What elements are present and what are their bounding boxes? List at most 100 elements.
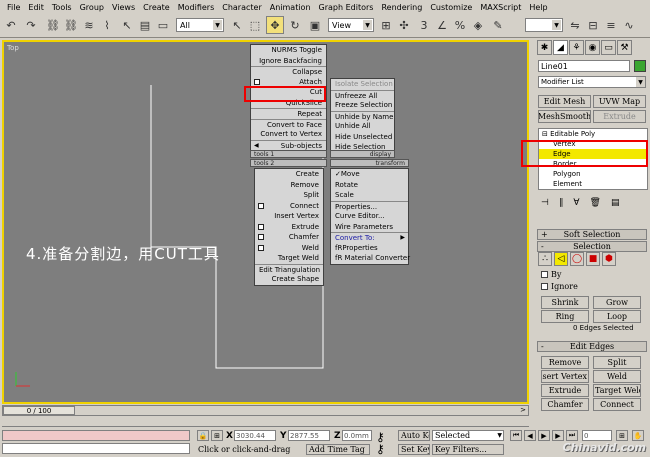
edit-mesh-button[interactable]: Edit Mesh bbox=[538, 95, 591, 108]
ring-button[interactable]: Ring bbox=[541, 310, 589, 323]
meshsmooth-button[interactable]: MeshSmooth bbox=[538, 110, 591, 123]
menu-item-extrude[interactable]: Extrude bbox=[255, 222, 323, 233]
menu-item-convert-to-face[interactable]: Convert to Face bbox=[251, 118, 326, 130]
selected-set-dropdown[interactable]: Selected ▼ bbox=[432, 430, 504, 441]
display-tab-icon[interactable]: ▭ bbox=[601, 40, 616, 55]
menu-help[interactable]: Help bbox=[525, 3, 551, 12]
maxscript-listener-top[interactable] bbox=[2, 430, 190, 441]
selection-region-icon[interactable]: ▭ bbox=[154, 16, 172, 34]
menu-item-unhide-by-name[interactable]: Unhide by Name bbox=[331, 110, 394, 122]
current-frame-field[interactable]: 0 bbox=[582, 430, 612, 441]
lock-selection-icon[interactable]: 🔒 bbox=[197, 430, 209, 441]
edge-level-icon[interactable]: ◁ bbox=[554, 252, 568, 266]
redo-icon[interactable]: ↷ bbox=[22, 16, 40, 34]
connect-button[interactable]: Connect bbox=[593, 398, 641, 411]
grow-button[interactable]: Grow bbox=[593, 296, 641, 309]
stack-item-polygon[interactable]: Polygon bbox=[539, 169, 647, 179]
bind-spring-icon[interactable]: ⌇ bbox=[98, 16, 116, 34]
time-next-icon[interactable]: > bbox=[518, 406, 528, 415]
menu-item-split[interactable]: Split bbox=[255, 190, 323, 201]
menu-customize[interactable]: Customize bbox=[426, 3, 476, 12]
goto-start-icon[interactable]: ⏮ bbox=[510, 430, 522, 441]
rotate-icon[interactable]: ↻ bbox=[286, 16, 304, 34]
menu-item-nurms-toggle[interactable]: NURMS Toggle bbox=[251, 45, 326, 56]
checkbox-box[interactable] bbox=[541, 283, 548, 290]
menu-item-chamfer[interactable]: Chamfer bbox=[255, 232, 323, 243]
settings-box-icon[interactable] bbox=[258, 202, 264, 209]
move-icon[interactable]: ✥ bbox=[266, 16, 284, 34]
menu-item-freeze-selection[interactable]: Freeze Selection bbox=[331, 100, 394, 111]
set-key-icon[interactable]: ⚷ bbox=[376, 442, 385, 456]
mirror-icon[interactable]: ⇋ bbox=[566, 16, 584, 34]
menu-item-insert-vertex[interactable]: Insert Vertex bbox=[255, 211, 323, 222]
play-icon[interactable]: ▶ bbox=[538, 430, 550, 441]
goto-end-icon[interactable]: ⏭ bbox=[566, 430, 578, 441]
menu-item-fr-properties[interactable]: fRProperties bbox=[331, 243, 408, 254]
weld-button[interactable]: Weld bbox=[593, 370, 641, 383]
time-config-icon[interactable]: ⊞ bbox=[616, 430, 628, 441]
menu-item-fr-material-converter[interactable]: fR Material Converter bbox=[331, 253, 410, 264]
menu-item-remove[interactable]: Remove bbox=[255, 180, 323, 191]
hierarchy-tab-icon[interactable]: ⚘ bbox=[569, 40, 584, 55]
chamfer-button[interactable]: Chamfer bbox=[541, 398, 589, 411]
menu-item-ignore-backfacing[interactable]: Ignore Backfacing bbox=[251, 56, 326, 67]
object-name-field[interactable]: Line01 bbox=[538, 60, 630, 72]
menu-animation[interactable]: Animation bbox=[266, 3, 315, 12]
menu-item-properties[interactable]: Properties... bbox=[331, 200, 408, 212]
add-time-tag-button[interactable]: Add Time Tag bbox=[306, 444, 370, 455]
target-weld-button[interactable]: Target Weld bbox=[593, 384, 641, 397]
show-end-result-icon[interactable]: ∥ bbox=[559, 198, 564, 208]
named-selection-dropdown[interactable]: ▼ bbox=[525, 18, 563, 32]
settings-box-icon[interactable] bbox=[258, 234, 264, 240]
menu-item-create[interactable]: Create bbox=[255, 169, 323, 180]
menu-item-unhide-all[interactable]: Unhide All bbox=[331, 121, 394, 132]
y-coordinate-field[interactable]: 2877.55 bbox=[288, 430, 330, 441]
link-icon[interactable]: ⛓ bbox=[44, 16, 62, 34]
loop-button[interactable]: Loop bbox=[593, 310, 641, 323]
set-key-button[interactable]: Set Key bbox=[398, 444, 430, 455]
menu-item-convert-to[interactable]: Convert To: ▶ bbox=[331, 232, 408, 243]
next-frame-icon[interactable]: ▶ bbox=[552, 430, 564, 441]
remove-edge-button[interactable]: Remove bbox=[541, 356, 589, 369]
remove-modifier-icon[interactable]: 🗑 bbox=[590, 198, 601, 208]
menu-create[interactable]: Create bbox=[139, 3, 174, 12]
menu-item-edit-triangulation[interactable]: Edit Triangulation bbox=[255, 263, 323, 275]
pivot-center-icon[interactable]: ⊞ bbox=[377, 16, 395, 34]
polygon-level-icon[interactable]: ■ bbox=[586, 252, 600, 266]
stack-item-element[interactable]: Element bbox=[539, 179, 647, 189]
insert-vertex-button[interactable]: Insert Vertex bbox=[541, 370, 589, 383]
shrink-button[interactable]: Shrink bbox=[541, 296, 589, 309]
unlink-icon[interactable]: ⛓ bbox=[62, 16, 80, 34]
key-filters-button[interactable]: Key Filters... bbox=[432, 444, 504, 455]
menu-item-convert-to-vertex[interactable]: Convert to Vertex bbox=[251, 129, 326, 140]
reference-coordinate-dropdown[interactable]: View ▼ bbox=[328, 18, 374, 32]
utilities-tab-icon[interactable]: ⚒ bbox=[617, 40, 632, 55]
zoom-icon[interactable]: ✋ bbox=[632, 430, 644, 441]
angle-snap-icon[interactable]: ∠ bbox=[433, 16, 451, 34]
ignore-backfacing-checkbox[interactable]: Ignore bbox=[541, 282, 578, 291]
modifier-list-dropdown[interactable]: Modifier List ▼ bbox=[538, 76, 646, 88]
extrude-modifier-button[interactable]: Extrude bbox=[593, 110, 646, 123]
menu-item-rotate[interactable]: Rotate bbox=[331, 180, 408, 191]
menu-item-wire-parameters[interactable]: Wire Parameters bbox=[331, 222, 408, 233]
split-edge-button[interactable]: Split bbox=[593, 356, 641, 369]
uvw-map-button[interactable]: UVW Map bbox=[593, 95, 646, 108]
named-selection-icon[interactable]: ✎ bbox=[489, 16, 507, 34]
select-manipulate-icon[interactable]: ✣ bbox=[395, 16, 413, 34]
track-bar[interactable] bbox=[2, 417, 529, 427]
menu-item-move[interactable]: ✓Move bbox=[331, 169, 408, 180]
menu-item-sub-objects[interactable]: ◀ Sub-objects bbox=[251, 139, 326, 151]
maxscript-listener-bottom[interactable] bbox=[2, 443, 190, 454]
selection-rollout[interactable]: - Selection bbox=[537, 241, 647, 252]
menu-graph-editors[interactable]: Graph Editors bbox=[315, 3, 378, 12]
menu-item-scale[interactable]: Scale bbox=[331, 190, 408, 201]
menu-item-target-weld[interactable]: Target Weld bbox=[255, 253, 323, 264]
pin-stack-icon[interactable]: ⊣ bbox=[541, 198, 549, 208]
menu-item-repeat[interactable]: Repeat bbox=[251, 108, 326, 119]
menu-maxscript[interactable]: MAXScript bbox=[476, 3, 525, 12]
menu-group[interactable]: Group bbox=[76, 3, 108, 12]
layer-manager-icon[interactable]: ≡ bbox=[602, 16, 620, 34]
soft-selection-rollout[interactable]: + Soft Selection bbox=[537, 229, 647, 240]
scale-icon[interactable]: ▣ bbox=[306, 16, 324, 34]
menu-edit[interactable]: Edit bbox=[24, 3, 48, 12]
